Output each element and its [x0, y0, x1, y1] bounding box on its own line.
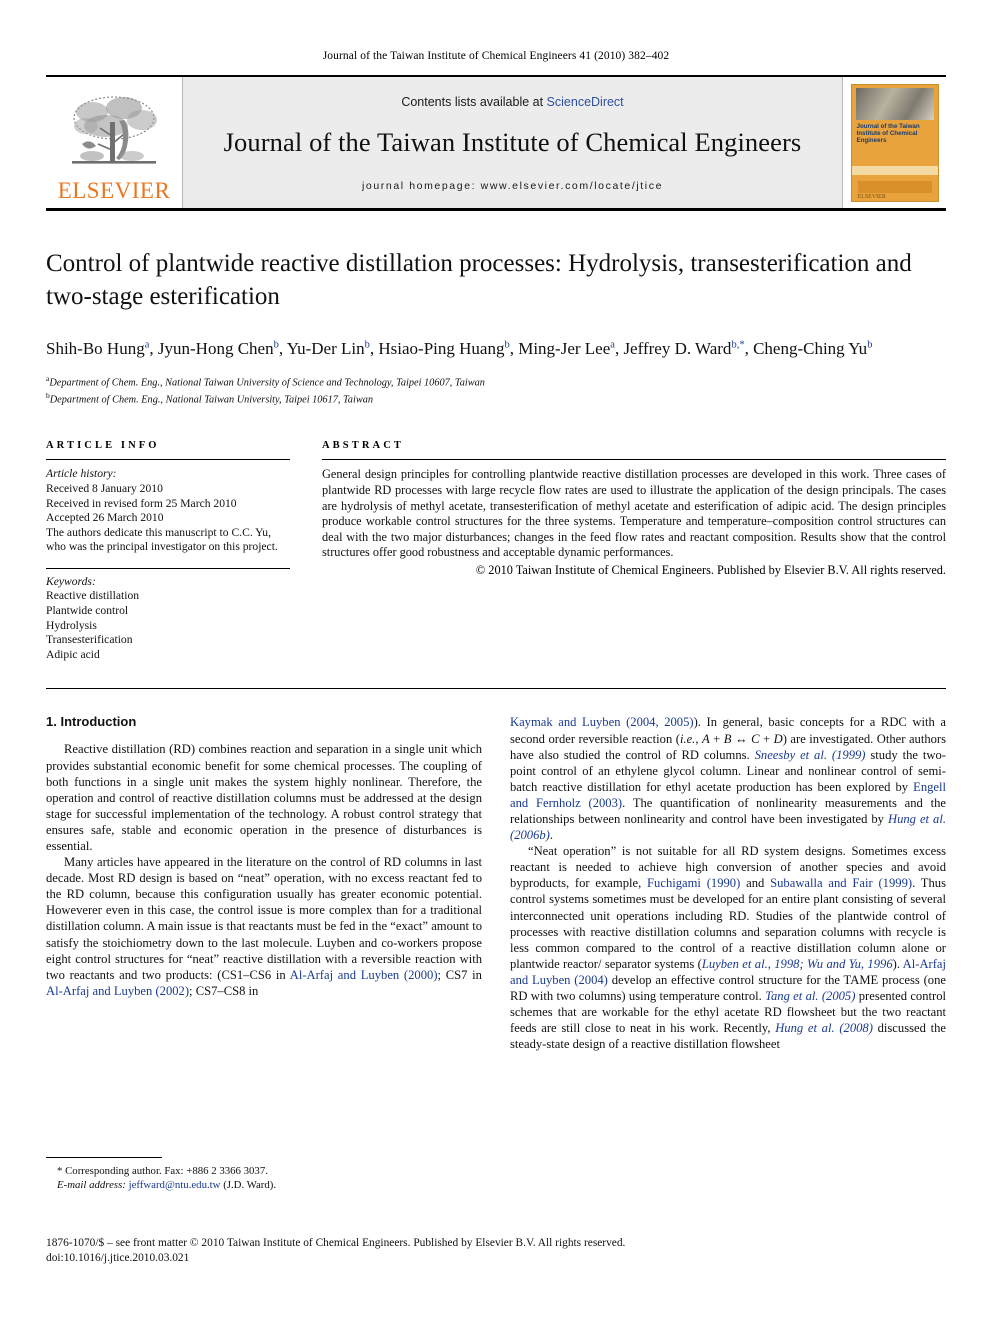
keywords-list: Keywords: Reactive distillation Plantwid… — [46, 575, 290, 663]
abstract-text: General design principles for controllin… — [322, 467, 946, 560]
affiliation-text: Department of Chem. Eng., National Taiwa… — [49, 377, 485, 389]
citation-link[interactable]: Fuchigami (1990) — [647, 876, 740, 890]
keyword-item: Plantwide control — [46, 604, 129, 618]
paragraph: “Neat operation” is not suitable for all… — [510, 844, 947, 1052]
abstract-divider — [322, 459, 946, 461]
doi-line[interactable]: doi:10.1016/j.jtice.2010.03.021 — [46, 1251, 946, 1266]
author-affil-marker[interactable]: b — [274, 339, 279, 350]
journal-homepage[interactable]: journal homepage: www.elsevier.com/locat… — [362, 180, 663, 192]
page-footer: 1876-1070/$ – see front matter © 2010 Ta… — [46, 1236, 946, 1265]
sciencedirect-link[interactable]: ScienceDirect — [547, 95, 624, 109]
author-item: Jeffrey D. Wardb,*, — [623, 338, 754, 358]
paragraph: Kaymak and Luyben (2004, 2005)). In gene… — [510, 715, 947, 843]
body-right-column: Kaymak and Luyben (2004, 2005)). In gene… — [510, 714, 946, 1052]
abstract-heading: ABSTRACT — [322, 440, 404, 452]
issn-copyright-line: 1876-1070/$ – see front matter © 2010 Ta… — [46, 1237, 626, 1249]
elsevier-logo: ELSEVIER — [46, 77, 183, 208]
elsevier-tree-icon — [72, 96, 157, 164]
info-abstract-region: ARTICLE INFO Article history: Received 8… — [46, 440, 946, 662]
keyword-item: Hydrolysis — [46, 618, 97, 632]
running-head: Journal of the Taiwan Institute of Chemi… — [322, 50, 670, 62]
cover-title: Journal of the Taiwan Institute of Chemi… — [856, 122, 920, 145]
email-label: E-mail address: — [57, 1179, 126, 1191]
article-page: Journal of the Taiwan Institute of Chemi… — [0, 0, 992, 1323]
section-title-introduction: 1. Introduction — [46, 714, 137, 730]
title-block: Control of plantwide reactive distillati… — [46, 247, 946, 407]
email-link[interactable]: jeffward@ntu.edu.tw — [129, 1179, 221, 1191]
cover-photo — [855, 87, 934, 120]
masthead-bottom-rule — [46, 208, 946, 211]
journal-masthead: ELSEVIER Contents lists available at Sci… — [46, 75, 946, 208]
cover-bar — [857, 180, 932, 193]
journal-cover-thumbnail[interactable]: Journal of the Taiwan Institute of Chemi… — [850, 83, 939, 202]
keywords-divider — [46, 567, 290, 569]
citation-link[interactable]: Subawalla and Fair (1999) — [770, 876, 912, 890]
author-item: Shih-Bo Hunga, — [46, 338, 158, 358]
article-history-item: Received in revised form 25 March 2010 — [46, 496, 237, 510]
corresponding-author-text: * Corresponding author. Fax: +886 2 3366… — [57, 1165, 268, 1177]
email-line: E-mail address: jeffward@ntu.edu.tw (J.D… — [46, 1178, 482, 1192]
keyword-item: Adipic acid — [46, 647, 100, 661]
author-affil-marker[interactable]: b — [365, 339, 370, 350]
body-left-column: 1. Introduction Reactive distillation (R… — [46, 714, 482, 1052]
article-history-item: Received 8 January 2010 — [46, 481, 163, 495]
citation-link[interactable]: Hung et al. (2006b) — [510, 812, 946, 842]
cover-publisher: ELSEVIER — [857, 193, 886, 200]
article-info-heading: ARTICLE INFO — [46, 440, 160, 452]
footnote-rule — [46, 1157, 162, 1158]
citation-link[interactable]: Engell and Fernholz (2003) — [510, 780, 946, 810]
citation-link[interactable]: Sneesby et al. (1999) — [755, 748, 866, 762]
elsevier-wordmark: ELSEVIER — [57, 178, 171, 203]
article-history-item: Accepted 26 March 2010 — [46, 511, 164, 525]
author-item: Yu-Der Linb, — [286, 338, 379, 358]
affiliation-item: bDepartment of Chem. Eng., National Taiw… — [46, 389, 946, 407]
abstract-column: ABSTRACT General design principles for c… — [322, 440, 946, 662]
contents-prefix: Contents lists available at — [401, 95, 547, 109]
journal-cover-cell: Journal of the Taiwan Institute of Chemi… — [842, 77, 946, 208]
abstract-copyright: © 2010 Taiwan Institute of Chemical Engi… — [475, 562, 946, 577]
keywords-label: Keywords: — [46, 574, 96, 588]
page-title: Control of plantwide reactive distillati… — [46, 250, 912, 310]
affiliation-list: aDepartment of Chem. Eng., National Taiw… — [46, 372, 946, 408]
article-history-label: Article history: — [46, 467, 117, 481]
author-affil-marker[interactable]: a — [610, 339, 615, 350]
article-info-divider — [46, 459, 290, 461]
author-item: Ming-Jer Leea, — [518, 338, 624, 358]
keyword-item: Reactive distillation — [46, 589, 140, 603]
affiliation-item: aDepartment of Chem. Eng., National Taiw… — [46, 372, 946, 390]
citation-link[interactable]: Al-Arfaj and Luyben (2000) — [290, 968, 438, 982]
email-owner: (J.D. Ward). — [223, 1179, 277, 1191]
citation-link[interactable]: Luyben et al., 1998; Wu and Yu, 1996 — [702, 957, 893, 971]
author-item: Hsiao-Ping Huangb, — [378, 338, 519, 358]
paragraph: Many articles have appeared in the liter… — [46, 855, 482, 998]
corresponding-author-note: * Corresponding author. Fax: +886 2 3366… — [46, 1164, 482, 1192]
journal-title: Journal of the Taiwan Institute of Chemi… — [223, 127, 802, 157]
cover-band — [851, 165, 938, 175]
author-affil-marker[interactable]: b,* — [731, 339, 744, 350]
masthead-center: Contents lists available at ScienceDirec… — [183, 77, 842, 208]
keyword-item: Transesterification — [46, 633, 133, 647]
author-affil-marker[interactable]: b — [504, 339, 509, 350]
paragraph: Reactive distillation (RD) combines reac… — [46, 742, 482, 853]
citation-link[interactable]: Al-Arfaj and Luyben (2002) — [46, 984, 189, 998]
affiliation-text: Department of Chem. Eng., National Taiwa… — [49, 394, 373, 406]
author-affil-marker[interactable]: b — [867, 339, 872, 350]
author-list: Shih-Bo Hunga, Jyun-Hong Chenb, Yu-Der L… — [46, 332, 946, 362]
citation-link[interactable]: Kaymak and Luyben (2004, 2005) — [510, 715, 694, 729]
body-top-rule — [46, 688, 946, 690]
contents-available-line: Contents lists available at ScienceDirec… — [401, 95, 623, 109]
author-affil-marker[interactable]: a — [145, 339, 150, 350]
article-info-column: ARTICLE INFO Article history: Received 8… — [46, 440, 290, 662]
citation-link[interactable]: Hung et al. (2008) — [775, 1021, 873, 1035]
citation-link[interactable]: Tang et al. (2005) — [765, 989, 855, 1003]
article-history-block: Article history: Received 8 January 2010… — [46, 467, 290, 555]
author-item: Cheng-Ching Yub — [753, 338, 873, 358]
body-columns: 1. Introduction Reactive distillation (R… — [46, 714, 946, 1052]
author-item: Jyun-Hong Chenb, — [157, 338, 287, 358]
footnote-block: * Corresponding author. Fax: +886 2 3366… — [46, 1157, 482, 1192]
keywords-block: Keywords: Reactive distillation Plantwid… — [46, 567, 290, 663]
article-history-dedication: The authors dedicate this manuscript to … — [46, 525, 278, 554]
